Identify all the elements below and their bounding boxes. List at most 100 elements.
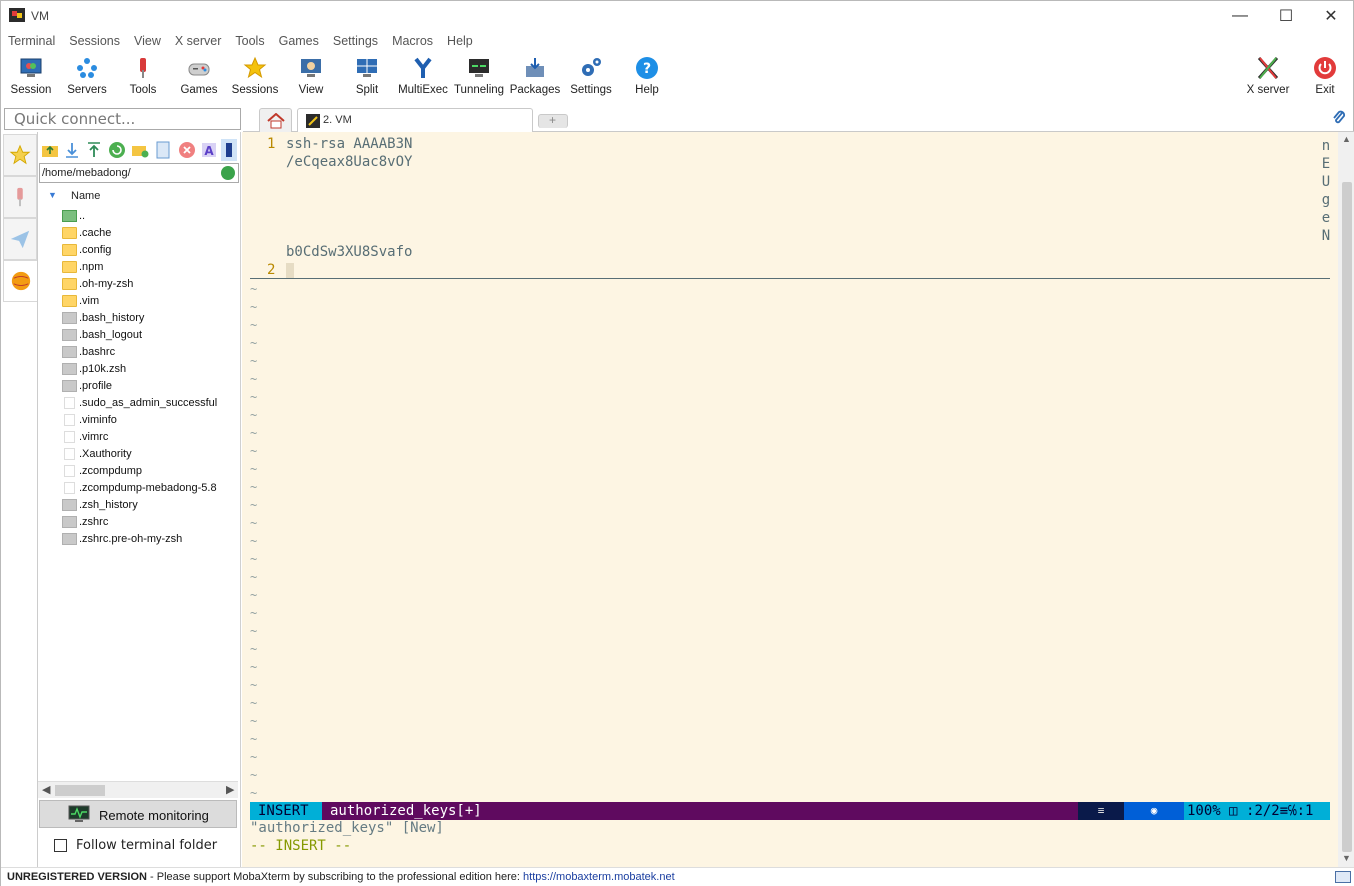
- menu-games[interactable]: Games: [272, 32, 326, 52]
- menu-x-server[interactable]: X server: [168, 32, 229, 52]
- file-row[interactable]: .zshrc.pre-oh-my-zsh: [38, 531, 238, 548]
- file-icon: [64, 397, 75, 409]
- file-row[interactable]: .oh-my-zsh: [38, 276, 238, 293]
- empty-line-tilde: ~: [250, 714, 258, 728]
- menu-tools[interactable]: Tools: [228, 32, 271, 52]
- file-row[interactable]: .bash_history: [38, 310, 238, 327]
- file-row[interactable]: .p10k.zsh: [38, 361, 238, 378]
- folder-icon: [62, 261, 77, 273]
- side-tab-sessions[interactable]: [3, 134, 37, 176]
- split-button[interactable]: Split: [339, 55, 395, 101]
- permissions-icon[interactable]: [221, 139, 237, 161]
- file-row[interactable]: .bashrc: [38, 344, 238, 361]
- scroll-right-icon[interactable]: ▶: [226, 783, 234, 796]
- xserver-button[interactable]: X server: [1240, 55, 1296, 101]
- terminal-vim[interactable]: 1 ssh-rsa AAAAB3N /eCqeax8Uac8vOY b0CdSw…: [242, 132, 1338, 867]
- main-toolbar: Session Servers Tools Games Sessions Vie…: [1, 53, 1354, 103]
- file-name: .sudo_as_admin_successful: [79, 397, 218, 409]
- maximize-button[interactable]: ☐: [1263, 1, 1309, 31]
- file-name: .bash_history: [79, 312, 145, 324]
- scroll-down-icon[interactable]: ▼: [1342, 853, 1351, 863]
- help-icon: ?: [636, 57, 658, 79]
- sessions-button[interactable]: Sessions: [227, 55, 283, 101]
- file-row[interactable]: .zsh_history: [38, 497, 238, 514]
- checkmark-icon[interactable]: [221, 166, 235, 180]
- file-row[interactable]: .zcompdump-mebadong-5.8: [38, 480, 238, 497]
- download-icon[interactable]: [63, 141, 81, 159]
- menu-help[interactable]: Help: [440, 32, 480, 52]
- help-button[interactable]: ? Help: [619, 55, 675, 101]
- folder-icon: [62, 295, 77, 307]
- text-cursor: [286, 263, 294, 279]
- empty-line-tilde: ~: [250, 336, 258, 350]
- paperclip-icon[interactable]: [1331, 109, 1347, 127]
- exit-button[interactable]: Exit: [1297, 55, 1353, 101]
- rename-icon[interactable]: A: [200, 141, 218, 159]
- terminal-scrollbar[interactable]: ▲ ▼: [1338, 132, 1354, 867]
- servers-button[interactable]: Servers: [59, 55, 115, 101]
- folder-up-icon[interactable]: [41, 141, 59, 159]
- side-tab-strip: [1, 132, 38, 867]
- position-indicator: 100% ◫ :2/2≡℅:1: [1184, 802, 1330, 820]
- remote-monitoring-button[interactable]: Remote monitoring: [39, 800, 237, 828]
- mobatek-link[interactable]: https://mobaxterm.mobatek.net: [523, 871, 675, 883]
- file-row[interactable]: .zshrc: [38, 514, 238, 531]
- menu-view[interactable]: View: [127, 32, 168, 52]
- vim-statusline: INSERT authorized_keys[+] ≡ ◉ 100% ◫ :2/…: [250, 802, 1330, 820]
- settings-button[interactable]: Settings: [563, 55, 619, 101]
- delete-icon[interactable]: [178, 141, 196, 159]
- file-row[interactable]: .profile: [38, 378, 238, 395]
- multiexec-button[interactable]: MultiExec: [395, 55, 451, 101]
- new-folder-icon[interactable]: [131, 141, 149, 159]
- horizontal-scrollbar[interactable]: ◀ ▶: [38, 781, 238, 798]
- file-row[interactable]: .zcompdump: [38, 463, 238, 480]
- file-row[interactable]: .sudo_as_admin_successful: [38, 395, 238, 412]
- new-tab-button[interactable]: +: [538, 113, 568, 128]
- file-icon: [64, 482, 75, 494]
- packages-button[interactable]: Packages: [507, 55, 563, 101]
- tab-home[interactable]: [259, 108, 292, 132]
- scroll-up-icon[interactable]: ▲: [1342, 134, 1351, 144]
- file-row[interactable]: .config: [38, 242, 238, 259]
- scrollbar-thumb[interactable]: [1342, 182, 1352, 852]
- tools-button[interactable]: Tools: [115, 55, 171, 101]
- tab-vm-session[interactable]: 2. VM: [297, 108, 533, 132]
- file-icon: [62, 516, 77, 528]
- screen-icon[interactable]: [1335, 871, 1351, 883]
- close-button[interactable]: ✕: [1308, 1, 1354, 31]
- minimize-button[interactable]: —: [1217, 1, 1263, 31]
- menu-terminal[interactable]: Terminal: [1, 32, 62, 52]
- file-name: .p10k.zsh: [79, 363, 127, 375]
- file-row[interactable]: ..: [38, 208, 238, 225]
- file-row[interactable]: .Xauthority: [38, 446, 238, 463]
- side-tab-macros[interactable]: [3, 218, 37, 260]
- upload-icon[interactable]: [85, 141, 103, 159]
- quick-connect-input[interactable]: Quick connect...: [4, 108, 241, 130]
- file-list-header[interactable]: ▼ Name: [38, 188, 238, 206]
- follow-folder-checkbox[interactable]: [54, 839, 67, 852]
- menu-macros[interactable]: Macros: [385, 32, 440, 52]
- menu-sessions[interactable]: Sessions: [62, 32, 127, 52]
- side-tab-sftp[interactable]: [3, 260, 37, 302]
- scroll-left-icon[interactable]: ◀: [42, 783, 50, 796]
- side-tab-tools[interactable]: [3, 176, 37, 218]
- refresh-icon[interactable]: [108, 141, 126, 159]
- path-field[interactable]: /home/mebadong/: [39, 163, 239, 183]
- scrollbar-thumb[interactable]: [55, 785, 105, 796]
- file-row[interactable]: .bash_logout: [38, 327, 238, 344]
- file-name: .bash_logout: [79, 329, 142, 341]
- file-row[interactable]: .vimrc: [38, 429, 238, 446]
- file-name: .Xauthority: [79, 448, 132, 460]
- file-name: .zshrc.pre-oh-my-zsh: [79, 533, 183, 545]
- view-button[interactable]: View: [283, 55, 339, 101]
- menu-settings[interactable]: Settings: [326, 32, 385, 52]
- new-file-icon[interactable]: [154, 141, 172, 159]
- file-row[interactable]: .viminfo: [38, 412, 238, 429]
- file-row[interactable]: .npm: [38, 259, 238, 276]
- games-button[interactable]: Games: [171, 55, 227, 101]
- tunneling-button[interactable]: Tunneling: [451, 55, 507, 101]
- file-row[interactable]: .cache: [38, 225, 238, 242]
- packages-icon: [526, 58, 544, 77]
- session-button[interactable]: Session: [3, 55, 59, 101]
- file-row[interactable]: .vim: [38, 293, 238, 310]
